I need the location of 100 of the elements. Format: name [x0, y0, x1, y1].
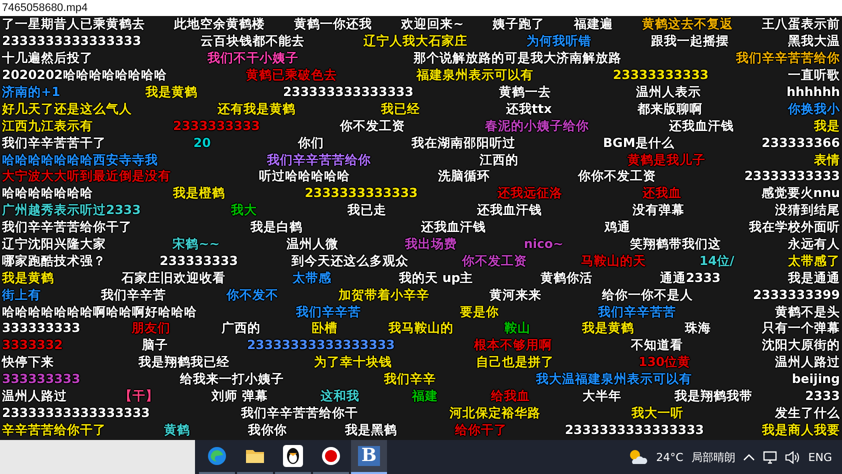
danmaku-comment: 黄鹤已乘破色去 [246, 67, 338, 84]
danmaku-comment: 黄河来来 [490, 286, 542, 303]
danmaku-comment: 福建泉州表示可以有 [416, 67, 534, 84]
danmaku-comment: 哈哈哈哈哈哈哈 [2, 185, 93, 202]
language-indicator[interactable]: ENG [808, 450, 832, 464]
danmaku-comment: 还我血 [642, 185, 682, 202]
danmaku-comment: 只有一个弹幕 [762, 320, 840, 336]
danmaku-comment: 感觉要火nnu [761, 185, 840, 202]
danmaku-comment: 都来版聊啊 [637, 100, 702, 117]
danmaku-comment: 2020202哈哈哈哈哈哈哈哈 [2, 67, 167, 84]
danmaku-comment: 为了幸十块钱 [314, 354, 392, 370]
danmaku-comment: 14位/ [699, 252, 734, 269]
danmaku-comment: 此地空余黄鹤楼 [174, 16, 266, 32]
danmaku-comment: 姨子跑了 [492, 16, 545, 32]
danmaku-comment: 2333 [805, 388, 840, 404]
danmaku-comment: 233333366 [762, 134, 840, 151]
danmaku-comment: 温州人表示 [636, 84, 702, 100]
danmaku-comment: 哈哈哈哈哈哈哈西安寺寺我 [2, 152, 158, 168]
danmaku-comment: 我们不干小姨子 [208, 50, 299, 66]
danmaku-comment: 黄鹤你活 [540, 270, 593, 286]
cloud-sun-icon [628, 449, 648, 465]
danmaku-comment: 大半年 [582, 388, 622, 404]
danmaku-comment: 黑我大温 [788, 33, 840, 50]
weather-condition: 局部晴朗 [691, 450, 736, 464]
danmaku-comment: 黄鹤是我儿子 [627, 152, 706, 168]
danmaku-comment: 233333333333333 [282, 84, 414, 100]
danmaku-comment: 我是 [814, 118, 840, 134]
danmaku-comment: 好几天了还是这么气人 [2, 100, 132, 117]
danmaku-comment: 我们辛辛苦 [101, 286, 166, 303]
danmaku-comment: 那个说解放路的可是我大济南解放路 [413, 50, 622, 66]
danmaku-comment: 我大一听 [632, 404, 684, 421]
monitor-icon[interactable] [763, 450, 778, 464]
danmaku-comment: 济南的+1 [2, 84, 60, 100]
danmaku-comment: 辽宁人我大石家庄 [363, 33, 468, 50]
danmaku-comment: 我是黄鹤 [582, 320, 634, 336]
danmaku-comment: 自己也是拼了 [476, 354, 554, 370]
danmaku-comment: 333333333 [2, 371, 80, 388]
danmaku-comment: 我大 [231, 202, 258, 218]
danmaku-comment: 一直听歌 [788, 67, 840, 84]
danmaku-comment: 大宁波大大听到最近倒是没有 [2, 168, 171, 184]
danmaku-comment: 23333333333333333 [2, 404, 150, 421]
danmaku-comment: 辛辛苦苦给你干了 [2, 422, 106, 438]
danmaku-comment: 我们辛辛苦苦给你 [266, 152, 371, 168]
danmaku-comment: 还我ttx [506, 100, 552, 117]
danmaku-comment: 宋鹤~~ [172, 236, 220, 252]
danmaku-comment: 朋友们 [131, 320, 170, 336]
danmaku-comment: 你换我小 [788, 100, 840, 117]
danmaku-comment: 卧槽 [312, 320, 338, 336]
taskbar-app-button[interactable]: B [351, 440, 387, 474]
danmaku-comment: 23333333333 [612, 67, 709, 84]
danmaku-comment: 23333333333 [744, 168, 840, 184]
danmaku-comment: hhhhhh [786, 84, 840, 100]
danmaku-comment: 永远有人 [788, 236, 840, 252]
danmaku-comment: BGM是什么 [603, 134, 674, 151]
danmaku-comment: 我们辛辛苦 [296, 304, 361, 320]
danmaku-comment: 我们辛辛苦苦给你干了 [2, 219, 132, 236]
danmaku-comment: 333333333 [2, 320, 80, 336]
app-logo: B [358, 446, 380, 466]
danmaku-comment: 江西九江表示有 [2, 118, 93, 134]
danmaku-comment: 我出场费 [405, 236, 458, 252]
danmaku-comment: 2333333333333 [304, 185, 418, 202]
speaker-icon[interactable] [785, 450, 800, 464]
danmaku-comment: 2333333399 [752, 286, 840, 303]
danmaku-comment: 给你一你不是人 [602, 286, 693, 303]
danmaku-comment: 太带感了 [788, 252, 840, 269]
danmaku-comment: 还我远征洛 [498, 185, 563, 202]
danmaku-comment: beijing [792, 371, 840, 388]
danmaku-comment: 我在学校外面听 [749, 219, 840, 236]
danmaku-comment: 还我血汗钱 [668, 118, 734, 134]
danmaku-comment: 还我血汗钱 [421, 219, 486, 236]
edge-browser-icon [207, 446, 227, 466]
danmaku-comment: 你们 [298, 134, 324, 151]
danmaku-comment: 鸡通 [604, 219, 630, 236]
danmaku-comment: 春泥的小姨子给你 [484, 118, 589, 134]
danmaku-comment: 脑子 [142, 337, 168, 354]
danmaku-comment: nico~ [524, 236, 564, 252]
danmaku-comment: 温州人路过 [2, 388, 67, 404]
danmaku-comment: 辽宁沈阳兴隆大家 [2, 236, 106, 252]
danmaku-comment: 没猜到结尾 [774, 202, 840, 218]
danmaku-comment: 笑翔鹤带我们这 [630, 236, 722, 252]
penguin-icon [283, 445, 303, 467]
danmaku-comment: 我是橙鹤 [172, 185, 225, 202]
danmaku-comment: 我你你 [248, 422, 287, 438]
danmaku-comment: 我马鞍山的 [388, 320, 454, 336]
danmaku-comment: 江西的 [480, 152, 518, 168]
danmaku-comment: 你不发工资 [462, 252, 528, 269]
danmaku-comment: 王八蛋表示前 [762, 16, 840, 32]
danmaku-comment: 黄鹤一你还我 [294, 16, 372, 32]
danmaku-comment: 福建遍 [574, 16, 613, 32]
danmaku-comment: 给我血 [490, 388, 530, 404]
danmaku-comment: 3333332 [2, 337, 63, 354]
danmaku-comment: 温州人微 [286, 236, 338, 252]
danmaku-comment: 哪家跑酷技术强？ [2, 252, 106, 269]
danmaku-comment: 温州人路过 [774, 354, 840, 370]
danmaku-comment: 这和我 [320, 388, 360, 404]
chevron-up-icon[interactable] [743, 453, 756, 461]
danmaku-comment: 福建 [412, 388, 438, 404]
danmaku-comment: 不知道看 [630, 337, 683, 354]
danmaku-comment: 黄鹤这去不复返 [642, 16, 733, 32]
danmaku-comment: 我在湖南邵阳听过 [412, 134, 516, 151]
